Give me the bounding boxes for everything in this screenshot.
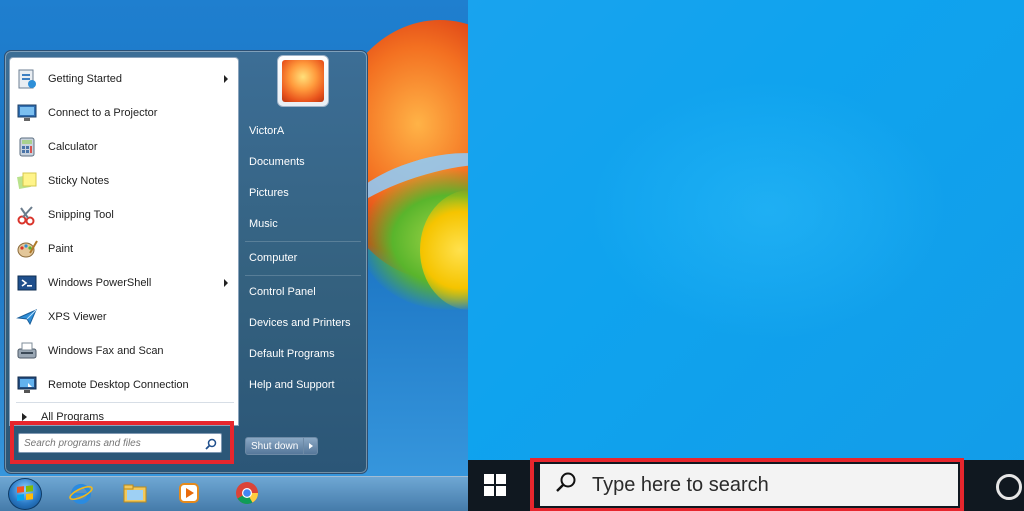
windows7-desktop: Getting Started Connect to a Projector C… <box>0 0 468 511</box>
submenu-arrow-icon <box>224 75 228 83</box>
link-documents[interactable]: Documents <box>245 150 361 174</box>
program-label: Paint <box>48 243 74 255</box>
program-getting-started[interactable]: Getting Started <box>14 64 234 94</box>
program-label: Calculator <box>48 141 98 153</box>
shutdown-button[interactable]: Shut down <box>245 437 305 455</box>
program-xps-viewer[interactable]: XPS Viewer <box>14 302 234 332</box>
divider <box>245 241 361 242</box>
fax-icon <box>14 338 40 364</box>
program-label: Windows PowerShell <box>48 277 152 289</box>
getting-started-icon <box>14 66 40 92</box>
link-music[interactable]: Music <box>245 212 361 236</box>
program-snipping-tool[interactable]: Snipping Tool <box>14 200 234 230</box>
start-orb-icon[interactable] <box>8 478 42 510</box>
program-label: Windows Fax and Scan <box>48 345 164 357</box>
internet-explorer-icon[interactable] <box>66 479 96 507</box>
divider <box>16 402 234 403</box>
program-sticky-notes[interactable]: Sticky Notes <box>14 166 234 196</box>
xps-viewer-icon <box>14 304 40 330</box>
windows10-desktop <box>468 0 1024 511</box>
shutdown-options-button[interactable] <box>304 437 319 455</box>
program-label: XPS Viewer <box>48 311 107 323</box>
scissors-icon <box>14 202 40 228</box>
media-player-icon[interactable] <box>174 479 204 507</box>
windows-logo-icon[interactable] <box>484 474 506 496</box>
program-paint[interactable]: Paint <box>14 234 234 264</box>
program-label: Sticky Notes <box>48 175 110 187</box>
cortana-icon[interactable] <box>996 474 1022 500</box>
highlight-box <box>530 458 964 511</box>
flower-picture <box>282 60 324 102</box>
chrome-icon[interactable] <box>232 479 262 507</box>
divider <box>245 275 361 276</box>
link-control-panel[interactable]: Control Panel <box>245 280 361 304</box>
programs-pane: Getting Started Connect to a Projector C… <box>9 57 239 426</box>
program-label: Snipping Tool <box>48 209 114 221</box>
program-label: Connect to a Projector <box>48 107 158 119</box>
program-calculator[interactable]: Calculator <box>14 132 234 162</box>
link-devices-printers[interactable]: Devices and Printers <box>245 311 361 335</box>
program-fax-scan[interactable]: Windows Fax and Scan <box>14 336 234 366</box>
projector-icon <box>14 100 40 126</box>
program-connect-projector[interactable]: Connect to a Projector <box>14 98 234 128</box>
calculator-icon <box>14 134 40 160</box>
program-label: Getting Started <box>48 73 122 85</box>
powershell-icon <box>14 270 40 296</box>
chevron-right-icon <box>308 443 313 449</box>
shutdown-control: Shut down <box>245 437 325 457</box>
start-menu: Getting Started Connect to a Projector C… <box>4 50 368 474</box>
user-avatar[interactable] <box>277 55 329 107</box>
link-default-programs[interactable]: Default Programs <box>245 342 361 366</box>
remote-desktop-icon <box>14 372 40 398</box>
highlight-box <box>10 421 234 464</box>
program-label: Remote Desktop Connection <box>48 379 189 391</box>
file-explorer-icon[interactable] <box>120 479 150 507</box>
program-powershell[interactable]: Windows PowerShell <box>14 268 234 298</box>
link-computer[interactable]: Computer <box>245 246 361 270</box>
link-user-folder[interactable]: VictorA <box>245 119 361 143</box>
program-remote-desktop[interactable]: Remote Desktop Connection <box>14 370 234 400</box>
link-help-support[interactable]: Help and Support <box>245 373 361 397</box>
paint-palette-icon <box>14 236 40 262</box>
sticky-notes-icon <box>14 168 40 194</box>
link-pictures[interactable]: Pictures <box>245 181 361 205</box>
submenu-arrow-icon <box>224 279 228 287</box>
